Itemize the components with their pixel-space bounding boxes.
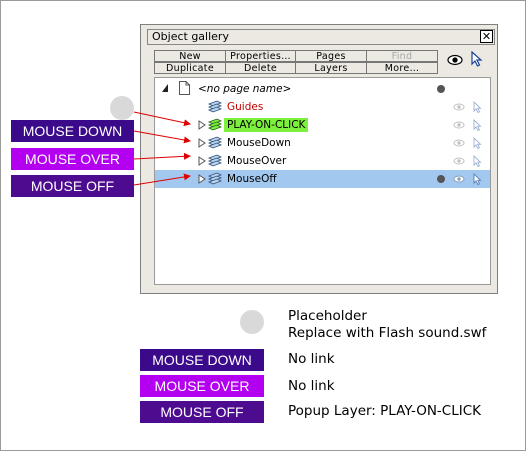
object-gallery-window: Object gallery ✕ New Properties… Pages F… bbox=[140, 24, 498, 294]
mouse-over-button[interactable]: MOUSE OVER bbox=[11, 148, 134, 170]
layer-row-mouseover[interactable]: MouseOver bbox=[155, 152, 490, 170]
layers-button[interactable]: Layers bbox=[295, 62, 367, 74]
cursor-arrow-icon[interactable] bbox=[473, 101, 482, 113]
layer-label-play-on-click: PLAY-ON-CLICK bbox=[224, 118, 309, 132]
page-icon bbox=[179, 81, 190, 95]
layer-label-guides: Guides bbox=[227, 101, 264, 113]
cursor-arrow-icon[interactable] bbox=[473, 119, 482, 131]
legend-mouse-off-desc: Popup Layer: PLAY-ON-CLICK bbox=[288, 403, 482, 419]
expand-triangle-icon[interactable] bbox=[198, 138, 206, 148]
cursor-arrow-icon[interactable] bbox=[473, 173, 482, 185]
legend-mouse-down-button[interactable]: MOUSE DOWN bbox=[140, 349, 264, 371]
layer-row-play-on-click[interactable]: PLAY-ON-CLICK bbox=[155, 116, 490, 134]
layer-label-mouseoff: MouseOff bbox=[227, 173, 277, 185]
layer-row-mouseoff[interactable]: MouseOff bbox=[155, 170, 490, 188]
eye-icon[interactable] bbox=[453, 138, 465, 148]
page-name-label: <no page name> bbox=[198, 83, 292, 95]
eye-icon[interactable] bbox=[453, 102, 465, 112]
find-button[interactable]: Find bbox=[366, 50, 438, 62]
pages-button[interactable]: Pages bbox=[295, 50, 367, 62]
placeholder-circle-legend bbox=[240, 310, 264, 334]
cursor-arrow-icon[interactable] bbox=[473, 155, 482, 167]
layer-label-mousedown: MouseDown bbox=[227, 137, 291, 149]
placeholder-circle bbox=[110, 96, 134, 120]
layer-stack-icon bbox=[208, 154, 222, 167]
layer-label-mouseover: MouseOver bbox=[227, 155, 287, 167]
active-layer-dot bbox=[437, 175, 445, 183]
cursor-arrow-icon[interactable] bbox=[473, 137, 482, 149]
gallery-titlebar[interactable]: Object gallery ✕ bbox=[147, 29, 495, 45]
duplicate-button[interactable]: Duplicate bbox=[154, 62, 226, 74]
expand-triangle-icon[interactable] bbox=[198, 156, 206, 166]
collapse-triangle-icon[interactable] bbox=[161, 83, 169, 93]
layer-stack-icon bbox=[208, 118, 222, 131]
layer-stack-icon bbox=[208, 100, 222, 113]
new-button[interactable]: New bbox=[154, 50, 226, 62]
legend-mouse-over-desc: No link bbox=[288, 378, 335, 394]
legend-mouse-down-desc: No link bbox=[288, 351, 335, 367]
cursor-arrow-icon[interactable] bbox=[471, 51, 483, 67]
placeholder-title: Placeholder bbox=[288, 308, 367, 324]
eye-icon[interactable] bbox=[447, 53, 463, 67]
mouse-down-button[interactable]: MOUSE DOWN bbox=[11, 120, 134, 142]
legend-mouse-off-button[interactable]: MOUSE OFF bbox=[140, 401, 264, 423]
page-status-dot bbox=[437, 85, 445, 93]
eye-icon[interactable] bbox=[453, 120, 465, 130]
layer-row-mousedown[interactable]: MouseDown bbox=[155, 134, 490, 152]
mouse-off-button[interactable]: MOUSE OFF bbox=[11, 175, 134, 197]
placeholder-description: Replace with Flash sound.swf bbox=[288, 325, 487, 341]
gallery-title: Object gallery bbox=[152, 30, 229, 43]
eye-icon[interactable] bbox=[453, 174, 465, 184]
page-row[interactable]: <no page name> bbox=[155, 80, 490, 98]
legend-mouse-over-button[interactable]: MOUSE OVER bbox=[140, 375, 264, 397]
close-button[interactable]: ✕ bbox=[480, 30, 493, 43]
properties-button[interactable]: Properties… bbox=[225, 50, 296, 62]
layer-row-guides[interactable]: Guides bbox=[155, 98, 490, 116]
layer-stack-icon bbox=[208, 172, 222, 185]
expand-triangle-icon[interactable] bbox=[198, 120, 206, 130]
more-button[interactable]: More… bbox=[366, 62, 438, 74]
layer-stack-icon bbox=[208, 136, 222, 149]
eye-icon[interactable] bbox=[453, 156, 465, 166]
delete-button[interactable]: Delete bbox=[225, 62, 296, 74]
expand-triangle-icon[interactable] bbox=[198, 174, 206, 184]
page-layer-list: <no page name> Guides PLAY-ON-CLICK Mous… bbox=[154, 77, 491, 285]
